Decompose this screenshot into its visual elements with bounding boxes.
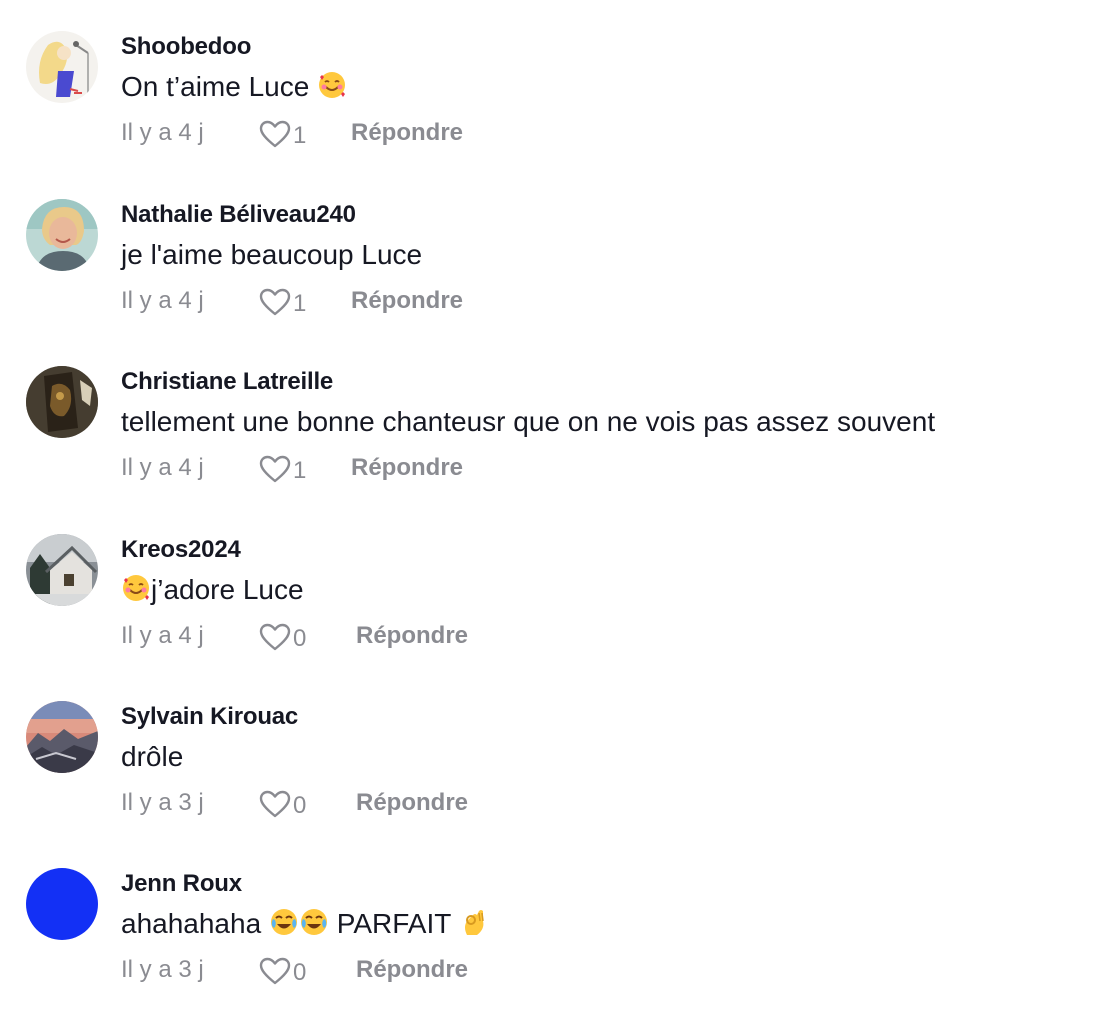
ok-hand-icon [464,910,484,935]
reply-button[interactable]: Répondre [351,450,463,486]
comment-meta: Il y a 4 j 0 Répondre [121,618,821,654]
like-count: 1 [293,122,307,149]
comment-text-part: On t’aime Luce [121,71,318,102]
heart-outline-icon [259,623,291,651]
username[interactable]: Sylvain Kirouac [121,703,298,731]
dark-sculpture-avatar-image [26,366,98,438]
avatar[interactable] [26,199,98,271]
face-with-tears-of-joy-icon [300,909,327,935]
like-count: 1 [293,457,307,484]
winter-house-avatar-image [26,534,98,606]
mountain-sunset-avatar-image [26,701,98,773]
avatar[interactable] [26,366,98,438]
reply-button[interactable]: Répondre [351,283,463,319]
username[interactable]: Christiane Latreille [121,368,333,396]
reply-button[interactable]: Répondre [356,785,468,821]
comment-meta: Il y a 3 j 0 Répondre [121,952,821,988]
heart-outline-icon [259,288,291,316]
face-with-tears-of-joy-icon [270,909,297,935]
like-count: 1 [293,290,307,317]
comment-item: Jenn Roux ahahahaha PARFAIT Il y a 3 j 0 [0,868,1102,1018]
timestamp: Il y a 4 j [121,287,204,314]
heart-outline-icon [259,455,291,483]
like-count: 0 [293,792,307,819]
smiling-face-with-hearts-icon [319,72,346,98]
comment-text-part: ahahahaha [121,908,269,939]
timestamp: Il y a 4 j [121,119,204,146]
comment-text: tellement une bonne chanteusr que on ne … [121,406,936,437]
heart-outline-icon [259,957,291,985]
timestamp: Il y a 3 j [121,789,204,816]
timestamp: Il y a 4 j [121,454,204,481]
comment-meta: Il y a 4 j 1 Répondre [121,115,821,151]
reply-button[interactable]: Répondre [356,618,468,654]
comment-item: Sylvain Kirouac drôle Il y a 3 j 0 Répon… [0,701,1102,851]
comment-text-part: j’adore Luce [151,574,304,605]
comment-text-part: PARFAIT [328,908,459,939]
like-count: 0 [293,959,307,986]
comment-text: drôle [121,741,184,772]
comment-text: je l'aime beaucoup Luce [121,239,423,270]
avatar[interactable] [26,31,98,103]
heart-outline-icon [259,790,291,818]
comment-text: ahahahaha PARFAIT [121,904,489,944]
like-count: 0 [293,625,307,652]
comment-meta: Il y a 4 j 1 Répondre [121,450,821,486]
comment-text: On t’aime Luce [121,67,347,107]
heart-outline-icon [259,120,291,148]
comment-item: Kreos2024 j’adore Luce Il y a 4 j 0 Répo… [0,534,1102,684]
smiling-face-with-hearts-icon [123,575,149,601]
comment-item: Nathalie Béliveau240 je l'aime beaucoup … [0,199,1102,349]
timestamp: Il y a 4 j [121,622,204,649]
avatar[interactable] [26,868,98,940]
comment-item: Shoobedoo On t’aime Luce Il y a 4 j 1 Ré… [0,31,1102,181]
solid-blue-avatar-image [26,868,98,940]
avatar[interactable] [26,701,98,773]
comment-meta: Il y a 3 j 0 Répondre [121,785,821,821]
username[interactable]: Nathalie Béliveau240 [121,201,356,229]
comment-item: Christiane Latreille tellement une bonne… [0,366,1102,516]
woman-singer-avatar-image [26,31,98,103]
comment-text: j’adore Luce [121,570,304,610]
username[interactable]: Kreos2024 [121,536,241,564]
reply-button[interactable]: Répondre [356,952,468,988]
username[interactable]: Shoobedoo [121,33,251,61]
username[interactable]: Jenn Roux [121,870,242,898]
reply-button[interactable]: Répondre [351,115,463,151]
smiling-woman-avatar-image [26,199,98,271]
avatar[interactable] [26,534,98,606]
timestamp: Il y a 3 j [121,956,204,983]
comment-meta: Il y a 4 j 1 Répondre [121,283,821,319]
